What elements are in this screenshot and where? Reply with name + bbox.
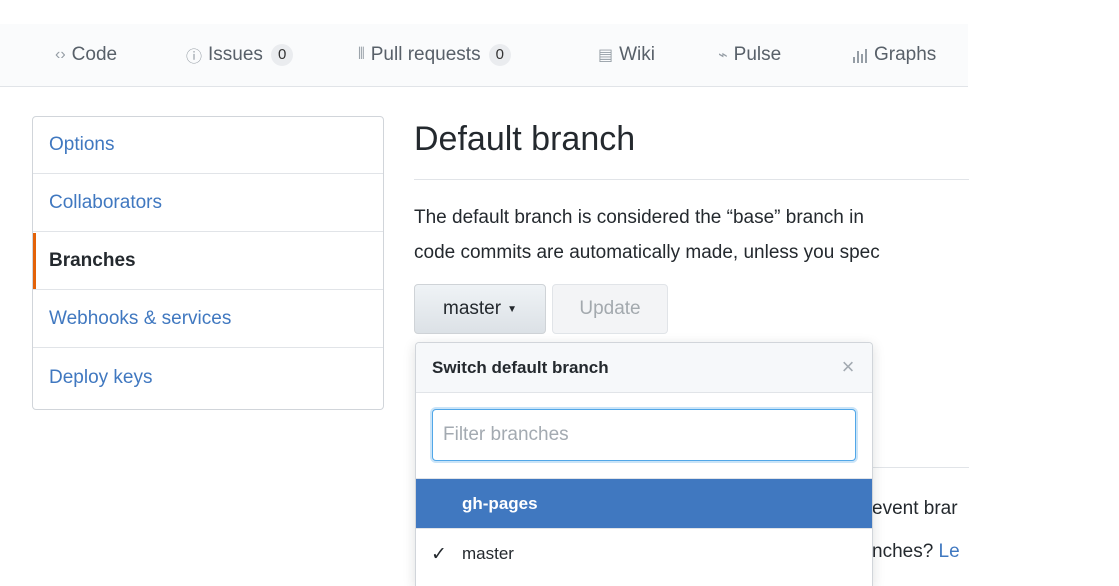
tab-wiki-label: Wiki — [619, 44, 656, 65]
tab-graphs[interactable]: Graphs — [852, 24, 936, 86]
menu-item-branches[interactable]: Branches — [33, 233, 383, 290]
menu-item-collaborators[interactable]: Collaborators — [33, 175, 383, 232]
pulse-icon: ⌁ — [718, 47, 728, 64]
title-divider — [414, 179, 969, 180]
branch-item-master[interactable]: ✓ master — [416, 529, 872, 579]
menu-item-label: Branches — [49, 250, 136, 271]
filter-branches-input[interactable] — [432, 409, 856, 461]
protected-branches-text-2: nches? Le — [872, 541, 969, 563]
caret-down-icon: ▼ — [507, 303, 517, 315]
tab-pulse-label: Pulse — [733, 44, 782, 65]
tab-graphs-label: Graphs — [874, 44, 937, 65]
tab-issues-label: Issues — [208, 44, 263, 65]
switch-branch-dropdown: Switch default branch × gh-pages ✓ maste… — [415, 342, 873, 586]
menu-item-label: Collaborators — [49, 192, 162, 213]
learn-more-link[interactable]: Le — [939, 541, 960, 562]
menu-item-label: Options — [49, 134, 115, 155]
tab-code[interactable]: ‹› Code — [55, 24, 117, 86]
branch-select-label: master — [443, 298, 502, 319]
close-icon[interactable]: × — [838, 356, 858, 378]
branch-item-label: gh-pages — [462, 493, 538, 513]
check-icon: ✓ — [431, 543, 447, 565]
filter-section — [416, 393, 872, 479]
menu-item-webhooks[interactable]: Webhooks & services — [33, 291, 383, 348]
tab-pull-requests-label: Pull requests — [370, 44, 481, 65]
pull-requests-counter: 0 — [488, 44, 511, 66]
issue-icon: ⓘ — [186, 49, 203, 66]
tab-pull-requests[interactable]: ⫴ Pull requests 0 — [358, 24, 511, 86]
section-divider — [870, 467, 969, 468]
menu-item-deploy-keys[interactable]: Deploy keys — [33, 349, 383, 406]
issues-counter: 0 — [270, 44, 294, 66]
dropdown-header: Switch default branch — [416, 343, 872, 393]
repo-tab-nav: ‹› Code ⓘ Issues 0 ⫴ Pull requests 0 ▤ W… — [0, 24, 968, 87]
dropdown-title: Switch default branch — [432, 357, 609, 377]
tab-issues[interactable]: ⓘ Issues 0 — [186, 24, 294, 86]
branch-item-gh-pages[interactable]: gh-pages — [416, 479, 872, 529]
tab-wiki[interactable]: ▤ Wiki — [598, 24, 655, 86]
settings-menu: Options Collaborators Branches Webhooks … — [32, 116, 384, 410]
menu-item-label: Webhooks & services — [49, 308, 232, 329]
protected-branches-text-2-plain: nches? — [872, 541, 939, 562]
update-button-label: Update — [579, 298, 641, 319]
branch-select-button[interactable]: master ▼ — [414, 284, 546, 334]
pull-request-icon: ⫴ — [358, 46, 365, 63]
menu-item-label: Deploy keys — [49, 366, 153, 388]
wiki-icon: ▤ — [598, 47, 614, 64]
tab-pulse[interactable]: ⌁ Pulse — [718, 24, 781, 86]
tab-code-label: Code — [71, 44, 118, 65]
page-title: Default branch — [414, 120, 636, 158]
update-button[interactable]: Update — [552, 284, 668, 334]
description-line-1: The default branch is considered the “ba… — [414, 207, 864, 228]
branch-item-label: master — [462, 544, 514, 563]
menu-item-options[interactable]: Options — [33, 117, 383, 174]
protected-branches-text-1: event brar — [872, 498, 958, 519]
graph-icon — [852, 47, 868, 63]
description-line-2: code commits are automatically made, unl… — [414, 242, 880, 263]
code-icon: ‹› — [55, 46, 66, 63]
